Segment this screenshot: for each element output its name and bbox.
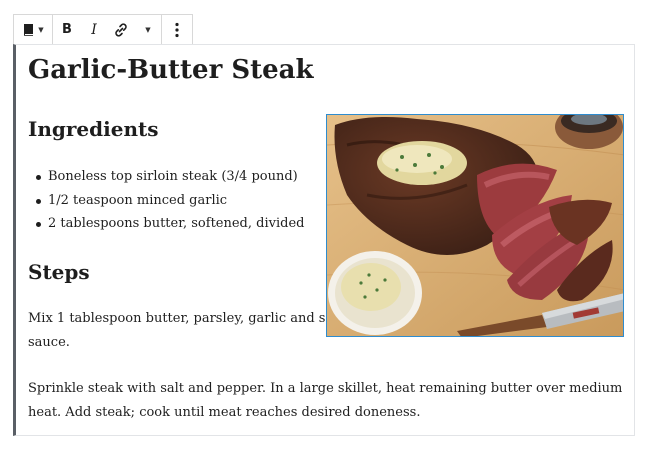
block-switcher-group: ▼	[14, 15, 53, 44]
bullet-icon	[36, 222, 41, 227]
format-group: B I ▼	[53, 15, 162, 44]
options-group	[162, 15, 192, 44]
link-icon	[115, 22, 127, 37]
ingredients-heading[interactable]: Ingredients	[28, 117, 159, 141]
list-item[interactable]: Boneless top sirloin steak (3/4 pound)	[28, 165, 304, 189]
bullet-icon	[36, 175, 41, 180]
editor-canvas[interactable]: Garlic-Butter Steak Ingredients Boneless…	[13, 44, 635, 436]
more-options-icon	[175, 22, 179, 37]
italic-button[interactable]: I	[81, 15, 107, 44]
step-paragraph-1[interactable]: Mix 1 tablespoon butter, parsley, garlic…	[28, 307, 341, 354]
chevron-down-icon: ▼	[145, 25, 151, 34]
list-item[interactable]: 1/2 teaspoon minced garlic	[28, 189, 304, 213]
block-type-button[interactable]: ▼	[14, 15, 52, 44]
step-paragraph-2[interactable]: Sprinkle steak with salt and pepper. In …	[28, 377, 622, 424]
block-toolbar: ▼ B I ▼	[13, 14, 193, 45]
post-title[interactable]: Garlic-Butter Steak	[28, 55, 314, 85]
bold-button[interactable]: B	[53, 15, 81, 44]
steps-heading[interactable]: Steps	[28, 260, 90, 284]
more-formats-button[interactable]: ▼	[135, 15, 161, 44]
list-item[interactable]: 2 tablespoons butter, softened, divided	[28, 212, 304, 236]
link-button[interactable]	[107, 15, 135, 44]
block-type-icon	[24, 23, 34, 36]
italic-icon: I	[91, 21, 97, 38]
more-options-button[interactable]	[162, 15, 192, 44]
bullet-icon	[36, 198, 41, 204]
steak-image[interactable]	[326, 114, 624, 337]
bold-icon: B	[62, 22, 72, 37]
chevron-down-icon: ▼	[38, 25, 44, 34]
ingredients-list[interactable]: Boneless top sirloin steak (3/4 pound) 1…	[28, 165, 304, 236]
steak-photo	[327, 115, 623, 336]
